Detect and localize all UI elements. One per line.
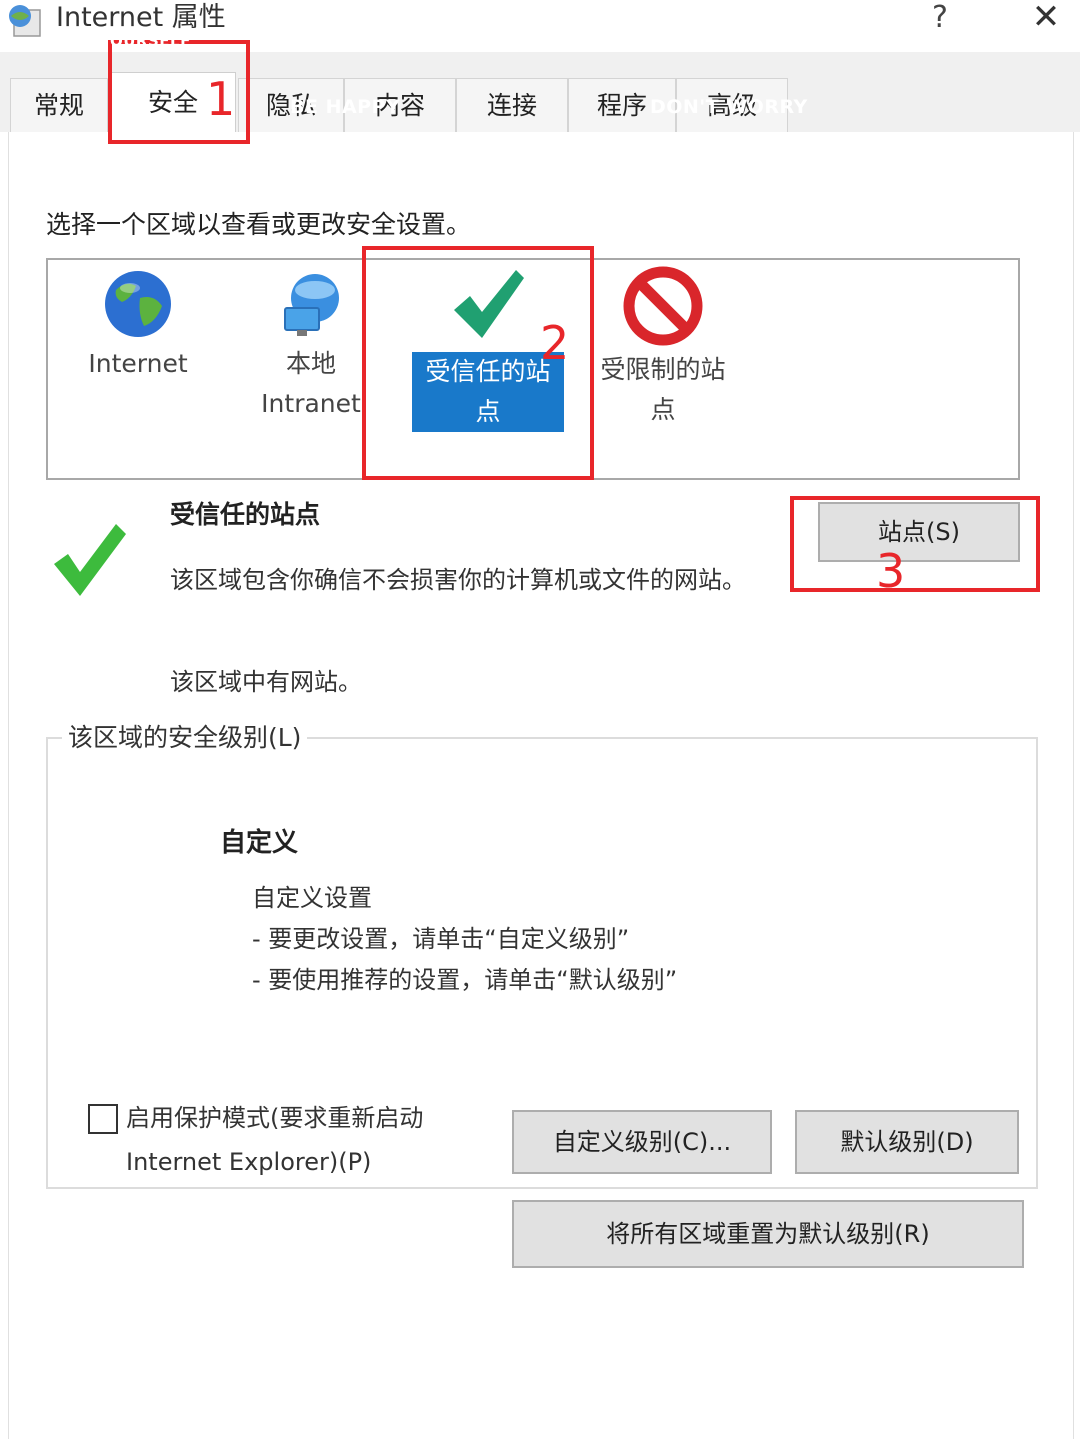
zone-instruction: 选择一个区域以查看或更改安全设置。 [46,210,472,239]
overlay-text-mid: BE HAPPY [290,96,401,118]
custom-level-button[interactable]: 自定义级别(C)... [512,1110,772,1174]
tab-general[interactable]: 常规 [10,78,108,132]
reset-all-zones-button[interactable]: 将所有区域重置为默认级别(R) [512,1200,1024,1268]
zone-restricted-label-line2: 点 [650,395,676,424]
security-level-group-title: 该区域的安全级别(L) [62,718,308,754]
level-desc-line3: - 要使用推荐的设置，请单击“默认级别” [252,966,678,994]
annotation-box-3 [790,496,1040,592]
security-level-description: 自定义设置 - 要更改设置，请单击“自定义级别” - 要使用推荐的设置，请单击“… [252,878,677,1001]
tab-connections[interactable]: 连接 [456,78,568,132]
selected-zone-title: 受信任的站点 [170,500,321,529]
annotation-marker-3: 3 [876,544,906,598]
security-level-name: 自定义 [220,828,299,858]
zone-internet-label: Internet [88,349,188,378]
protected-mode-label[interactable]: 启用保护模式(要求重新启动 Internet Explorer)(P) [126,1096,496,1184]
zone-internet[interactable]: Internet [76,268,200,384]
zone-restricted-sites[interactable]: 受限制的站 点 [590,266,736,430]
close-button[interactable]: ✕ [1022,0,1070,36]
zone-intranet-label-line2: Intranet [261,389,361,418]
zone-restricted-label-line1: 受限制的站 [600,355,726,384]
default-level-button[interactable]: 默认级别(D) [795,1110,1019,1174]
zone-intranet-label-line1: 本地 [285,349,336,378]
selected-zone-description: 该区域包含你确信不会损害你的计算机或文件的网站。 [170,566,746,594]
internet-options-icon [6,2,44,38]
window-title: Internet 属性 [56,2,226,33]
level-desc-line2: - 要更改设置，请单击“自定义级别” [252,925,630,953]
annotation-marker-1: 1 [206,72,236,126]
protected-mode-checkbox[interactable] [88,1104,118,1134]
globe-icon [105,271,171,337]
overlay-text-top: OURSELF [110,32,191,50]
annotation-marker-2: 2 [540,316,570,370]
trusted-check-icon [54,524,126,596]
zone-local-intranet[interactable]: 本地 Intranet [252,268,370,424]
overlay-text-right: DON'T WORRY [650,96,808,118]
help-button[interactable]: ? [922,0,958,36]
restricted-icon [623,266,703,346]
level-desc-line1: 自定义设置 [252,884,372,912]
network-icon [284,274,339,336]
selected-zone-sites-note: 该区域中有网站。 [170,668,362,696]
